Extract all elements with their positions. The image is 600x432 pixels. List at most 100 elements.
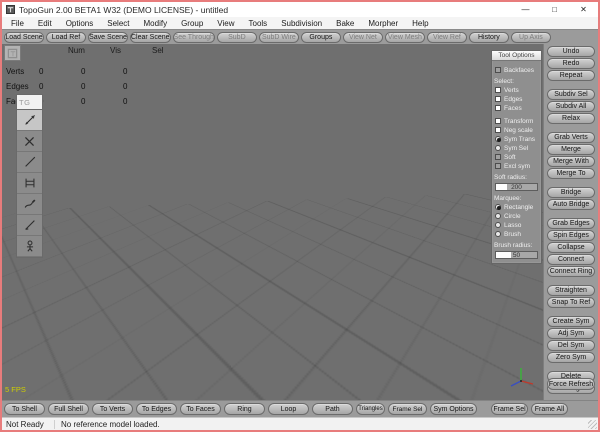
menu-item-tools[interactable]: Tools <box>242 19 275 28</box>
marquee-brush-radio[interactable] <box>495 231 501 237</box>
full-shell-button[interactable]: Full Shell <box>48 403 89 415</box>
marquee-circle-label: Circle <box>504 213 521 220</box>
undo-button[interactable]: Undo <box>547 46 595 57</box>
edges-vis-value: 0 <box>81 82 123 91</box>
groups-button[interactable]: Groups <box>301 32 341 43</box>
close-button[interactable]: ✕ <box>569 2 598 17</box>
del-sym-button[interactable]: Del Sym <box>547 340 595 351</box>
minimize-button[interactable]: — <box>511 2 540 17</box>
view-net-button[interactable]: View Net <box>343 32 383 43</box>
frame-all-button[interactable]: Frame All <box>531 403 568 415</box>
load-scene-button[interactable]: Load Scene <box>4 32 44 43</box>
to-shell-button[interactable]: To Shell <box>4 403 45 415</box>
sym-trans-radio[interactable] <box>495 136 501 142</box>
transform-checkbox[interactable] <box>495 118 501 124</box>
merge-button[interactable]: Merge <box>547 144 595 155</box>
connect-button[interactable]: Connect <box>547 254 595 265</box>
frame-sel-button-2[interactable]: Frame Sel <box>491 403 528 415</box>
view-ref-button[interactable]: View Ref <box>427 32 467 43</box>
to-faces-button[interactable]: To Faces <box>180 403 221 415</box>
menu-item-edit[interactable]: Edit <box>31 19 59 28</box>
select-faces-checkbox[interactable] <box>495 105 501 111</box>
bridge-button[interactable]: Bridge <box>547 187 595 198</box>
sym-sel-radio[interactable] <box>495 145 501 151</box>
grab-verts-button[interactable]: Grab Verts <box>547 132 595 143</box>
merge-with-button[interactable]: Merge With <box>547 156 595 167</box>
redo-button[interactable]: Redo <box>547 58 595 69</box>
up-axis-button[interactable]: Up Axis <box>511 32 551 43</box>
menu-item-group[interactable]: Group <box>174 19 210 28</box>
spin-edges-button[interactable]: Spin Edges <box>547 230 595 241</box>
ring-button[interactable]: Ring <box>224 403 265 415</box>
marquee-rectangle-radio[interactable] <box>495 204 501 210</box>
connect-ring-button[interactable]: Connect Ring <box>547 266 595 277</box>
subd-wire-button[interactable]: SubD Wire <box>259 32 299 43</box>
brush-tool-button[interactable] <box>17 194 42 215</box>
topogun-logo-icon[interactable] <box>4 45 21 61</box>
symmetry-tool-button[interactable] <box>17 236 42 257</box>
viewport-3d[interactable]: Num Vis Sel Verts 0 0 0 Edges 0 0 0 Face… <box>2 44 543 400</box>
excl-sym-checkbox[interactable] <box>495 163 501 169</box>
menu-item-modify[interactable]: Modify <box>137 19 175 28</box>
menu-item-select[interactable]: Select <box>100 19 136 28</box>
path-button[interactable]: Path <box>312 403 353 415</box>
palette-header[interactable]: TG <box>17 95 42 110</box>
force-refresh-button[interactable]: Force Refresh <box>547 378 595 390</box>
tweak-tool-button[interactable] <box>17 110 42 131</box>
straighten-button[interactable]: Straighten <box>547 285 595 296</box>
soft-checkbox[interactable] <box>495 154 501 160</box>
cut-tool-button[interactable] <box>17 131 42 152</box>
draw-tool-button[interactable] <box>17 152 42 173</box>
collapse-button[interactable]: Collapse <box>547 242 595 253</box>
brush-radius-label: Brush radius: <box>492 241 541 249</box>
zero-sym-button[interactable]: Zero Sym <box>547 352 595 363</box>
menu-item-options[interactable]: Options <box>59 19 101 28</box>
auto-bridge-button[interactable]: Auto Bridge <box>547 199 595 210</box>
subdiv-all-button[interactable]: Subdiv All <box>547 101 595 112</box>
history-button[interactable]: History <box>469 32 509 43</box>
soft-radius-slider[interactable]: 200 <box>495 183 538 191</box>
see-through-button[interactable]: See Through <box>173 32 215 43</box>
merge-to-button[interactable]: Merge To <box>547 168 595 179</box>
transform-label: Transform <box>504 118 533 125</box>
resize-grip[interactable] <box>588 420 597 429</box>
menu-item-file[interactable]: File <box>4 19 31 28</box>
relax-button[interactable]: Relax <box>547 113 595 124</box>
loop-button[interactable]: Loop <box>268 403 309 415</box>
menu-item-help[interactable]: Help <box>405 19 435 28</box>
menu-item-subdivision[interactable]: Subdivision <box>274 19 329 28</box>
bridge-icon <box>23 176 37 190</box>
snap-to-ref-button[interactable]: Snap To Ref <box>547 297 595 308</box>
menu-item-bake[interactable]: Bake <box>329 19 361 28</box>
menu-item-view[interactable]: View <box>210 19 241 28</box>
grab-edges-button[interactable]: Grab Edges <box>547 218 595 229</box>
sym-options-button[interactable]: Sym Options <box>430 403 477 415</box>
frame-sel-button[interactable]: Frame Sel <box>388 403 427 415</box>
triangles-button[interactable]: Triangles <box>356 403 385 415</box>
marquee-circle-radio[interactable] <box>495 213 501 219</box>
maximize-button[interactable]: □ <box>540 2 569 17</box>
to-verts-button[interactable]: To Verts <box>92 403 133 415</box>
to-edges-button[interactable]: To Edges <box>136 403 177 415</box>
bridge-tool-button[interactable] <box>17 173 42 194</box>
knife-tool-button[interactable] <box>17 215 42 236</box>
select-verts-checkbox[interactable] <box>495 87 501 93</box>
adj-sym-button[interactable]: Adj Sym <box>547 328 595 339</box>
clear-scene-button[interactable]: Clear Scene <box>130 32 171 43</box>
view-mesh-button[interactable]: View Mesh <box>385 32 425 43</box>
marquee-lasso-radio[interactable] <box>495 222 501 228</box>
save-scene-button[interactable]: Save Scene <box>88 32 128 43</box>
create-sym-button[interactable]: Create Sym <box>547 316 595 327</box>
select-edges-checkbox[interactable] <box>495 96 501 102</box>
select-section-label: Select: <box>492 77 541 85</box>
load-ref-button[interactable]: Load Ref <box>46 32 86 43</box>
tool-options-title[interactable]: Tool Options <box>492 51 541 61</box>
backfaces-checkbox[interactable] <box>495 67 501 73</box>
neg-scale-checkbox[interactable] <box>495 127 501 133</box>
subd-button[interactable]: SubD <box>217 32 257 43</box>
fps-label: 5 FPS <box>5 385 26 394</box>
repeat-button[interactable]: Repeat <box>547 70 595 81</box>
brush-radius-slider[interactable]: 50 <box>495 251 538 259</box>
subdiv-sel-button[interactable]: Subdiv Sel <box>547 89 595 100</box>
menu-item-morpher[interactable]: Morpher <box>361 19 405 28</box>
